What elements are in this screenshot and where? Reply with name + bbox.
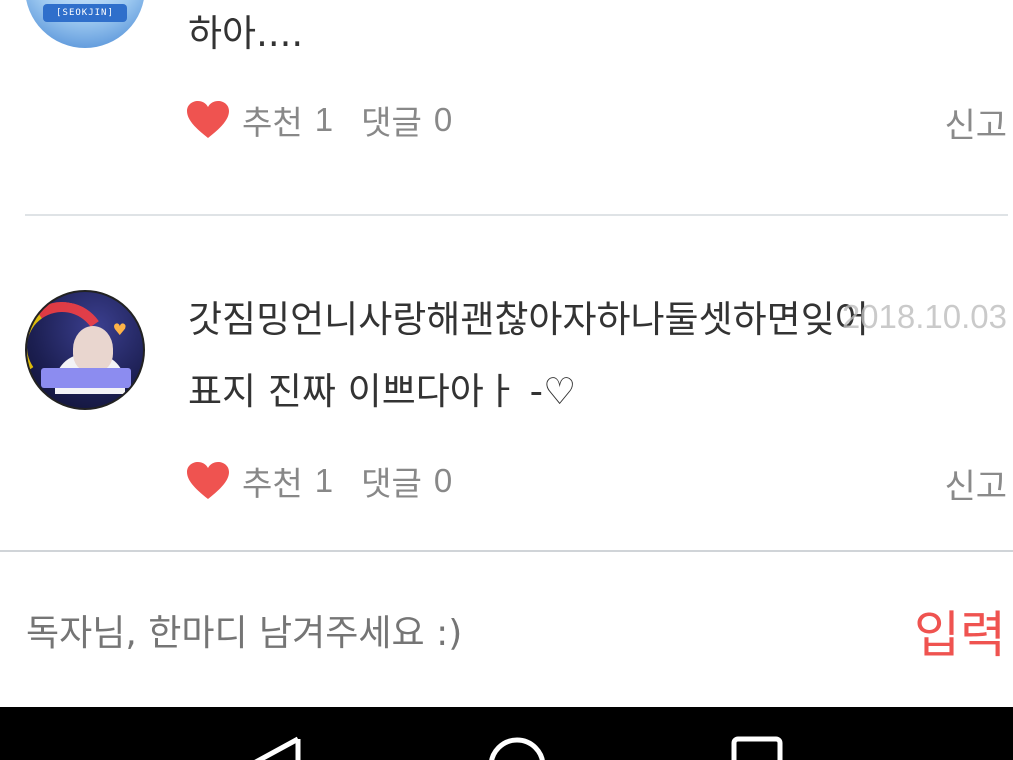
comment-actions: 추천 1 댓글 0 [186,456,452,506]
heart-icon[interactable] [186,461,230,501]
system-navigation-bar [0,707,1013,760]
avatar[interactable]: ♥ [25,290,145,410]
like-count: 1 [314,462,334,499]
divider [0,550,1013,552]
reply-button[interactable]: 댓글 0 [361,96,452,144]
comment-text: 하아.... [188,12,304,55]
heart-icon[interactable] [186,100,230,140]
divider [25,214,1008,216]
reply-label[interactable]: 댓글 [361,96,422,144]
comment-input[interactable] [26,603,866,663]
recents-icon[interactable] [730,735,786,760]
comment-text-line-1: 갓짐밍언니사랑해괜찮아자하나둘셋하면잊어 [188,298,869,341]
heart-sticker-icon: ♥ [112,320,127,339]
comment-date: 2018.10.03 [841,298,1007,335]
avatar[interactable]: [SEOKJIN] [25,0,145,48]
comment-text-line-2: 표지 진짜 이쁘다아ㅏ -♡ [188,370,577,413]
submit-button[interactable]: 입력 [914,595,1006,667]
avatar-badge: [SEOKJIN] [43,4,127,22]
comment-actions: 추천 1 댓글 0 [186,95,452,145]
reply-button[interactable]: 댓글 0 [361,457,452,505]
back-icon[interactable] [246,735,306,760]
home-icon[interactable] [486,735,548,760]
like-label[interactable]: 추천 [242,96,303,144]
report-button[interactable]: 신고 [944,459,1007,508]
like-count: 1 [314,101,334,138]
reply-label[interactable]: 댓글 [361,457,422,505]
like-label[interactable]: 추천 [242,457,303,505]
reply-count: 0 [433,101,453,138]
comment-input-bar: 입력 [0,553,1013,707]
report-button[interactable]: 신고 [944,98,1007,147]
reply-count: 0 [433,462,453,499]
avatar-badge [41,368,131,388]
